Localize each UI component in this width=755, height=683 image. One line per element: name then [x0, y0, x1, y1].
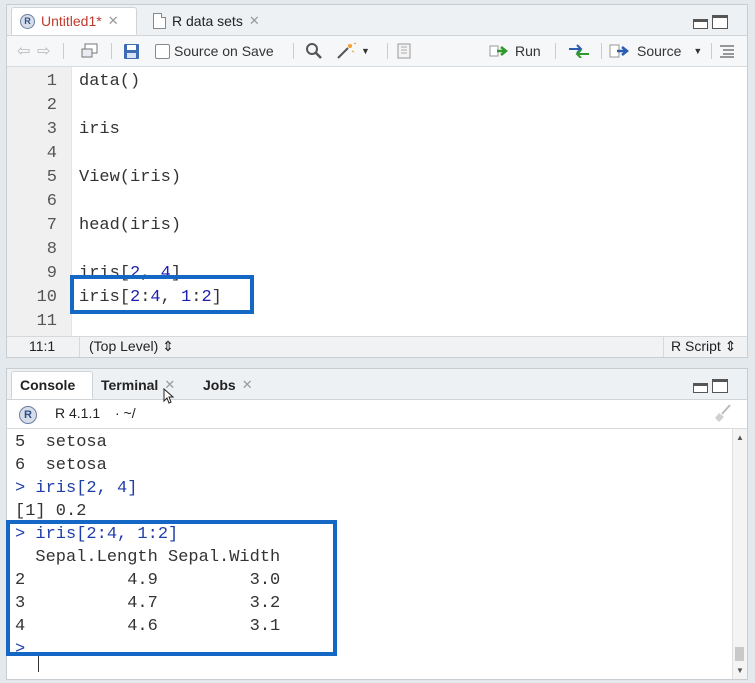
r-script-icon: R: [20, 13, 35, 29]
tab-label: Untitled1*: [41, 13, 102, 29]
tab-label: Console: [20, 377, 76, 393]
save-icon[interactable]: [123, 41, 140, 61]
chevron-down-icon[interactable]: ▼: [693, 46, 702, 56]
console-tab-bar: Console Terminal ✕ Jobs ✕: [7, 369, 747, 400]
code-line[interactable]: 6: [7, 190, 747, 214]
tab-untitled1[interactable]: R Untitled1* ✕: [11, 7, 137, 35]
minimize-icon[interactable]: [693, 383, 708, 393]
run-label: Run: [515, 43, 541, 59]
source-label: Source: [637, 43, 682, 59]
search-icon[interactable]: [305, 41, 323, 61]
tab-console[interactable]: Console: [11, 371, 93, 399]
line-number: 7: [46, 216, 57, 235]
console-output-line: 5 setosa: [15, 433, 107, 452]
chevron-down-icon: ▼: [361, 46, 370, 56]
line-number: 11: [36, 312, 57, 331]
minimize-icon[interactable]: [693, 19, 708, 29]
code-line[interactable]: 8: [7, 238, 747, 262]
code-text: head(iris): [79, 216, 182, 235]
editor-toolbar: ⇦ ⇨ Source on Save ▼ Run Source ▼: [7, 36, 747, 67]
run-button[interactable]: Run: [489, 41, 541, 61]
back-arrow-icon[interactable]: ⇦: [17, 41, 30, 61]
mouse-pointer-icon: [163, 387, 175, 407]
tab-jobs[interactable]: Jobs ✕: [195, 371, 267, 399]
document-icon: [153, 13, 166, 29]
line-number: 2: [46, 96, 57, 115]
source-on-save-checkbox[interactable]: [155, 43, 170, 59]
code-line[interactable]: 1 data(): [7, 70, 747, 94]
tab-label: Jobs: [203, 377, 236, 393]
console-output-highlight: [6, 520, 337, 656]
filetype-selector[interactable]: R Script ⇕: [671, 338, 736, 355]
scroll-down-icon[interactable]: ▼: [736, 666, 744, 675]
tab-label: R data sets: [172, 13, 243, 29]
line-number: 3: [46, 120, 57, 139]
source-on-save-toggle[interactable]: Source on Save: [155, 41, 274, 61]
code-text: data(): [79, 72, 141, 91]
tab-r-data-sets[interactable]: R data sets ✕: [145, 7, 277, 35]
source-button[interactable]: Source ▼: [609, 41, 702, 61]
maximize-icon[interactable]: [712, 15, 728, 29]
line-number: 6: [46, 192, 57, 211]
close-icon[interactable]: ✕: [242, 377, 253, 393]
code-tools-wand-icon[interactable]: ▼: [335, 41, 370, 61]
code-text: View(iris): [79, 168, 182, 187]
outline-icon[interactable]: [719, 41, 735, 61]
editor-tab-bar: R Untitled1* ✕ R data sets ✕: [7, 5, 747, 36]
r-version: R 4.1.1: [55, 405, 101, 421]
code-line[interactable]: 5 View(iris): [7, 166, 747, 190]
console-scrollbar[interactable]: ▲ ▼: [732, 429, 747, 679]
text-cursor: [38, 654, 39, 672]
line-number: 4: [46, 144, 57, 163]
code-line[interactable]: 7 head(iris): [7, 214, 747, 238]
scope-selector[interactable]: (Top Level) ⇕: [89, 338, 174, 355]
console-output-line: 6 setosa: [15, 456, 107, 475]
maximize-icon[interactable]: [712, 379, 728, 393]
editor-line-highlight: [70, 275, 254, 314]
line-number: 1: [46, 72, 57, 91]
console-command-line: > iris[2, 4]: [15, 479, 138, 498]
close-icon[interactable]: ✕: [249, 13, 260, 29]
show-in-window-icon[interactable]: [81, 41, 99, 61]
window-controls: [693, 15, 728, 29]
line-number: 9: [46, 264, 57, 283]
clear-console-broom-icon[interactable]: [713, 403, 733, 426]
rerun-icon[interactable]: [567, 41, 591, 61]
code-line[interactable]: 4: [7, 142, 747, 166]
line-number: 8: [46, 240, 57, 259]
r-logo-icon: R: [19, 406, 37, 424]
code-text: iris: [79, 120, 120, 139]
editor-status-bar: 11:1 (Top Level) ⇕ R Script ⇕: [7, 336, 747, 357]
tab-label: Terminal: [101, 377, 159, 393]
line-number: 10: [36, 288, 57, 307]
scrollbar-thumb[interactable]: [735, 647, 744, 661]
console-info-bar: R R 4.1.1 · ~/: [7, 400, 747, 429]
scroll-up-icon[interactable]: ▲: [736, 433, 744, 442]
source-on-save-label: Source on Save: [174, 43, 274, 59]
close-icon[interactable]: ✕: [108, 13, 119, 29]
code-line[interactable]: 3 iris: [7, 118, 747, 142]
working-directory[interactable]: · ~/: [115, 405, 136, 421]
window-controls: [693, 379, 728, 393]
cursor-position: 11:1: [29, 338, 56, 354]
forward-arrow-icon[interactable]: ⇨: [37, 41, 50, 61]
code-line[interactable]: 2: [7, 94, 747, 118]
compile-report-icon[interactable]: [397, 41, 411, 61]
line-number: 5: [46, 168, 57, 187]
